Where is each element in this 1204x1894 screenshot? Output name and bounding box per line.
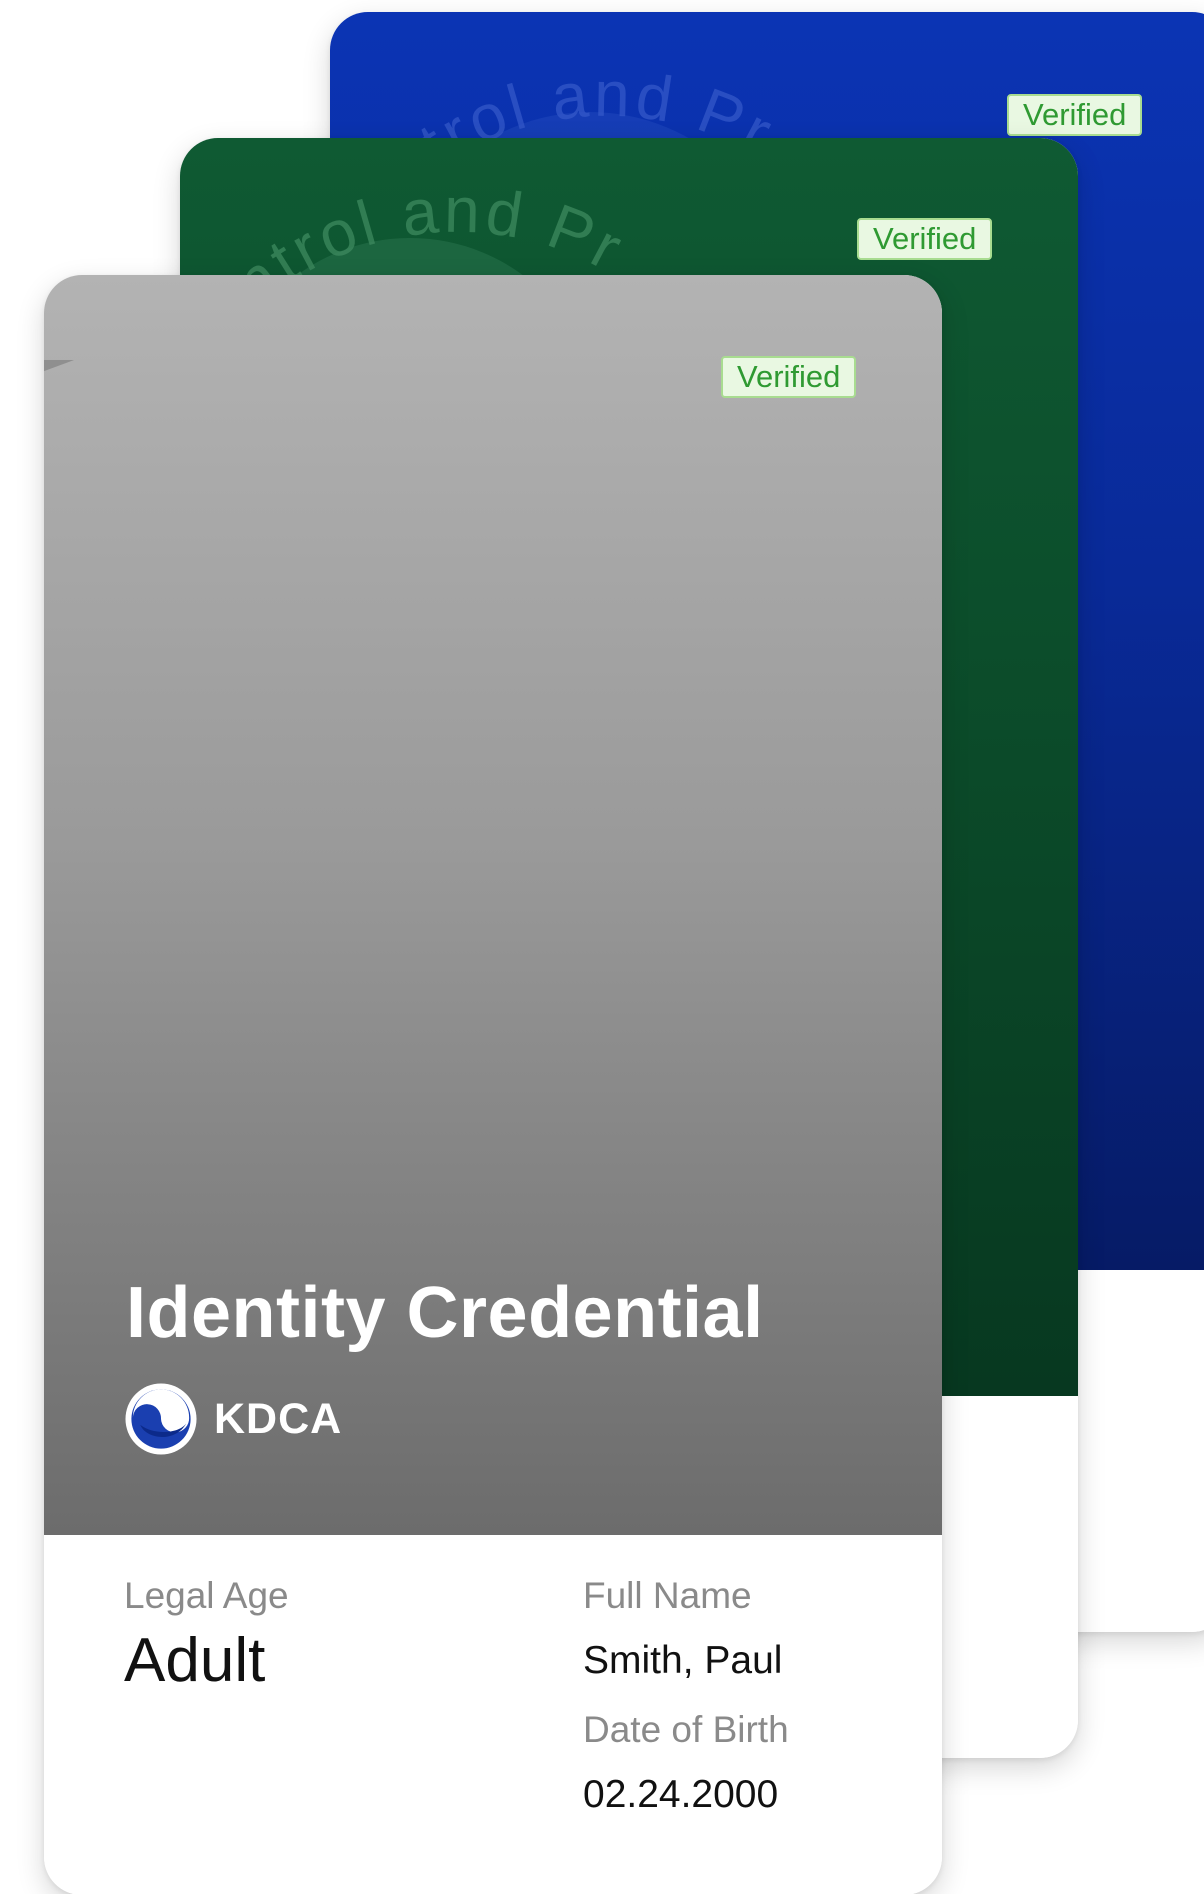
full-name-label: Full Name — [583, 1575, 752, 1616]
issuer-name: KDCA — [214, 1394, 343, 1443]
date-of-birth-label: Date of Birth — [583, 1709, 789, 1750]
kdca-logo-icon — [125, 1383, 197, 1455]
verified-badge: Verified — [857, 218, 993, 260]
verified-badge: Verified — [721, 356, 857, 398]
card-body-identity: Legal Age Adult Full Name Smith, Paul Da… — [44, 1535, 942, 1894]
svg-text:COOV: COOV — [44, 360, 212, 379]
credential-card-identity[interactable]: COOV Verified Identity Credential KDCA L… — [44, 275, 942, 1894]
full-name-value: Smith, Paul — [583, 1639, 783, 1682]
credential-title: Identity Credential — [126, 1273, 764, 1353]
legal-age-value: Adult — [124, 1626, 266, 1695]
coov-brand-watermark: COOV — [44, 360, 212, 379]
date-of-birth-value: 02.24.2000 — [583, 1773, 779, 1816]
legal-age-label: Legal Age — [124, 1575, 289, 1616]
card-header-identity: COOV Verified Identity Credential KDCA — [44, 275, 942, 1535]
credential-stack: Control and Preve Verified Control and P… — [0, 0, 1204, 1894]
issuer: KDCA — [124, 1381, 342, 1457]
verified-badge: Verified — [1007, 94, 1143, 136]
